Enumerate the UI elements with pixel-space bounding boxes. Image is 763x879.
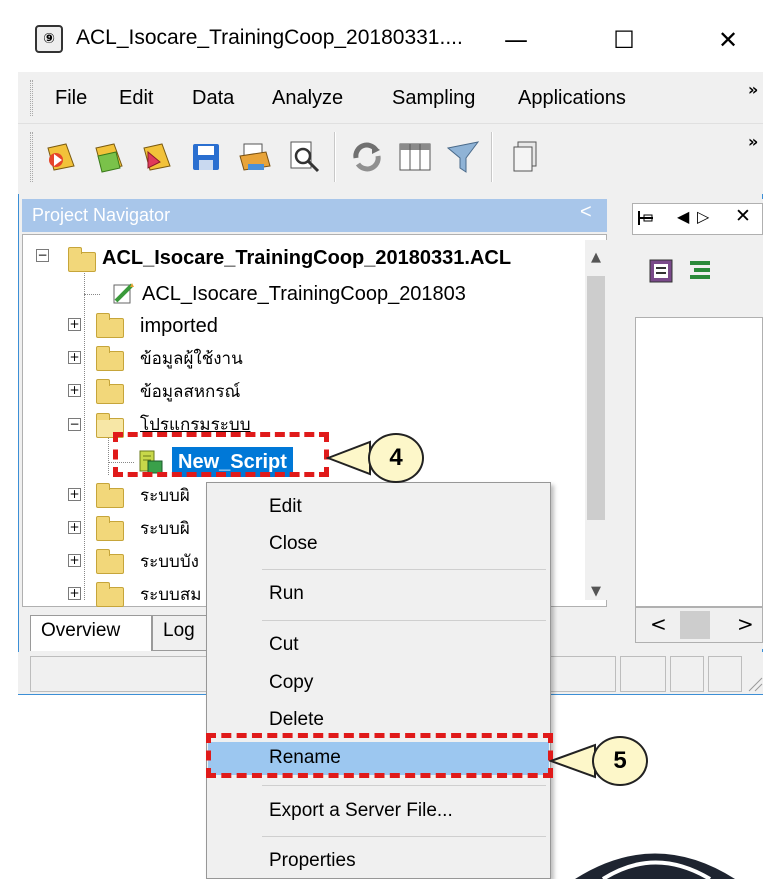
open-table-icon[interactable] bbox=[90, 138, 128, 176]
menu-sampling[interactable]: Sampling bbox=[392, 87, 475, 110]
log-icon bbox=[113, 283, 134, 304]
project-navigator-header: Project Navigator bbox=[22, 199, 607, 232]
open-project-icon[interactable] bbox=[42, 138, 80, 176]
context-menu-run[interactable]: Run bbox=[208, 577, 549, 611]
folder-icon bbox=[96, 346, 124, 371]
menu-analyze[interactable]: Analyze bbox=[272, 87, 343, 110]
menu-separator bbox=[262, 836, 546, 837]
tree-item-folder[interactable]: ข้อมูลสหกรณ์ bbox=[140, 377, 240, 407]
menu-separator bbox=[262, 569, 546, 570]
annotation-box-step4 bbox=[113, 432, 329, 477]
menu-separator bbox=[262, 785, 546, 786]
scroll-right-icon[interactable]: > bbox=[737, 612, 754, 636]
context-menu-cut[interactable]: Cut bbox=[208, 628, 549, 662]
close-panel-icon[interactable]: ✕ bbox=[735, 205, 751, 227]
decorative-logo-fragment bbox=[575, 853, 735, 879]
folder-icon bbox=[68, 247, 96, 272]
collapse-toggle-icon[interactable]: − bbox=[68, 418, 81, 431]
expand-toggle-icon[interactable]: + bbox=[68, 587, 81, 600]
menu-separator bbox=[262, 620, 546, 621]
context-menu-edit[interactable]: Edit bbox=[208, 490, 549, 524]
resize-grip-icon[interactable] bbox=[745, 674, 763, 692]
callout-pointer bbox=[326, 440, 371, 476]
tree-item-folder[interactable]: ระบบสม bbox=[140, 580, 201, 610]
status-cell bbox=[670, 656, 704, 692]
window-title: ACL_Isocare_TrainingCoop_20180331.... bbox=[76, 26, 463, 49]
tree-item-folder[interactable]: ระบบผิ bbox=[140, 481, 190, 511]
expand-toggle-icon[interactable]: + bbox=[68, 488, 81, 501]
menu-applications[interactable]: Applications bbox=[518, 87, 626, 110]
context-menu-close[interactable]: Close bbox=[208, 527, 549, 561]
tree-item-folder[interactable]: ระบบผิ bbox=[140, 514, 190, 544]
open-script-icon[interactable] bbox=[138, 138, 176, 176]
menubar-grip bbox=[30, 80, 33, 116]
toolbar-overflow-icon[interactable]: » bbox=[748, 132, 758, 151]
scroll-up-icon[interactable]: ▲ bbox=[591, 250, 601, 265]
tree-line bbox=[108, 435, 109, 475]
table-view-icon[interactable] bbox=[648, 258, 674, 284]
callout-pointer bbox=[549, 743, 596, 779]
tab-nav-left-icon[interactable]: ◀ bbox=[677, 207, 689, 226]
close-button[interactable]: ✕ bbox=[708, 22, 748, 58]
acl-app-icon: ⑨ bbox=[35, 25, 63, 53]
status-cell bbox=[708, 656, 742, 692]
refresh-icon[interactable] bbox=[348, 138, 386, 176]
print-icon[interactable] bbox=[236, 138, 274, 176]
tree-item-folder[interactable]: imported bbox=[140, 311, 218, 341]
expand-toggle-icon[interactable]: + bbox=[68, 384, 81, 397]
context-menu-export-server-file[interactable]: Export a Server File... bbox=[208, 794, 549, 828]
copy-icon[interactable] bbox=[506, 138, 544, 176]
folder-icon bbox=[96, 516, 124, 541]
menu-data[interactable]: Data bbox=[192, 87, 234, 110]
toolbar-separator bbox=[334, 132, 336, 182]
tree-line bbox=[84, 294, 100, 295]
horizontal-scroll-thumb[interactable] bbox=[680, 611, 710, 639]
save-icon[interactable] bbox=[187, 138, 225, 176]
toolbar-grip bbox=[30, 132, 33, 182]
context-menu-copy[interactable]: Copy bbox=[208, 666, 549, 700]
maximize-button[interactable]: ☐ bbox=[604, 22, 644, 58]
folder-icon bbox=[96, 483, 124, 508]
context-menu-delete[interactable]: Delete bbox=[208, 703, 549, 737]
properties-view-icon[interactable] bbox=[688, 258, 714, 284]
menubar-overflow-icon[interactable]: » bbox=[748, 80, 758, 99]
tree-line bbox=[84, 270, 85, 600]
tree-item-project[interactable]: ACL_Isocare_TrainingCoop_20180331.ACL bbox=[102, 243, 511, 273]
status-cell bbox=[620, 656, 666, 692]
folder-icon bbox=[96, 549, 124, 574]
tab-log[interactable]: Log bbox=[152, 615, 212, 651]
menu-edit[interactable]: Edit bbox=[119, 87, 153, 110]
tab-overview[interactable]: Overview bbox=[30, 615, 152, 651]
folder-icon bbox=[96, 582, 124, 607]
expand-toggle-icon[interactable]: + bbox=[68, 554, 81, 567]
toolbar bbox=[18, 124, 763, 194]
minimize-button[interactable]: — bbox=[496, 22, 536, 58]
toolbar-separator bbox=[491, 132, 493, 182]
expand-toggle-icon[interactable]: + bbox=[68, 521, 81, 534]
callout-step4: 4 bbox=[368, 433, 424, 483]
tree-scroll-thumb[interactable] bbox=[587, 276, 605, 520]
right-panel-content bbox=[635, 317, 763, 607]
menu-file[interactable]: File bbox=[55, 87, 87, 110]
tree-item-folder[interactable]: ข้อมูลผู้ใช้งาน bbox=[140, 344, 243, 374]
tab-nav-right-icon[interactable]: ▷ bbox=[697, 207, 709, 226]
expand-toggle-icon[interactable]: + bbox=[68, 351, 81, 364]
context-menu-properties[interactable]: Properties bbox=[208, 844, 549, 878]
tree-item-folder[interactable]: ระบบบัง bbox=[140, 547, 199, 577]
annotation-box-step5 bbox=[206, 733, 553, 778]
folder-icon bbox=[96, 379, 124, 404]
folder-icon bbox=[96, 313, 124, 338]
filter-icon[interactable] bbox=[444, 138, 482, 176]
callout-step5: 5 bbox=[592, 736, 648, 786]
pin-icon[interactable] bbox=[636, 208, 656, 228]
expand-toggle-icon[interactable]: + bbox=[68, 318, 81, 331]
find-icon[interactable] bbox=[285, 138, 323, 176]
table-layout-icon[interactable] bbox=[396, 138, 434, 176]
scroll-down-icon[interactable]: ▼ bbox=[591, 584, 601, 599]
tree-item-log[interactable]: ACL_Isocare_TrainingCoop_201803 bbox=[142, 279, 466, 309]
collapse-toggle-icon[interactable]: − bbox=[36, 249, 49, 262]
scroll-left-icon[interactable]: < bbox=[650, 612, 667, 636]
collapse-navigator-button[interactable]: < bbox=[580, 201, 592, 224]
